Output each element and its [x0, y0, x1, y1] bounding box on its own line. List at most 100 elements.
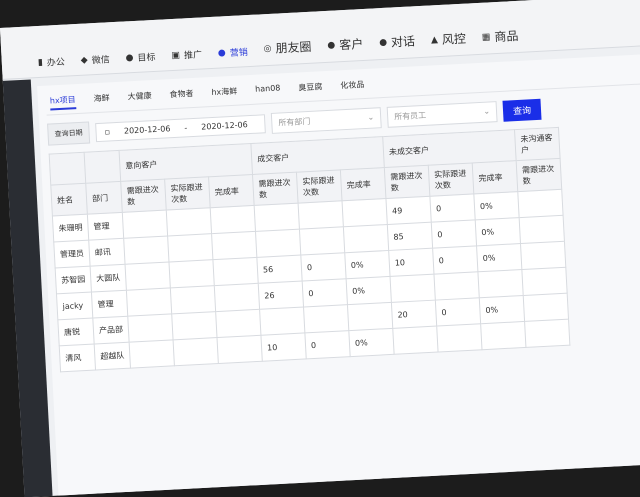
- value-cell: 0%: [348, 328, 395, 357]
- tab-0[interactable]: hx项目: [49, 94, 77, 111]
- name-cell: 清风: [59, 344, 96, 372]
- value-cell: [519, 215, 565, 244]
- value-cell: 10: [260, 332, 307, 362]
- value-cell: 26: [258, 281, 304, 310]
- nav-item-8[interactable]: ▲ 风控: [431, 30, 467, 49]
- blank-header: [84, 150, 121, 184]
- grid-icon: ▦: [481, 31, 491, 43]
- value-cell: 56: [256, 255, 303, 284]
- value-cell: [215, 309, 261, 338]
- col-header: 实际跟进次数: [428, 162, 474, 197]
- staff-placeholder: 所有员工: [393, 110, 427, 121]
- value-cell: 20: [391, 300, 437, 329]
- value-cell: 49: [385, 196, 432, 225]
- dept-cell: 管理: [87, 212, 124, 241]
- briefcase-icon: ▮: [37, 57, 44, 68]
- nav-item-7[interactable]: ● 对话: [379, 32, 416, 51]
- value-cell: [166, 207, 212, 237]
- nav-item-9[interactable]: ▦ 商品: [481, 27, 519, 46]
- value-cell: [214, 283, 260, 312]
- value-cell: 0: [435, 297, 481, 327]
- nav-label: 推广: [183, 50, 203, 62]
- chevron-down-icon: ⌄: [483, 105, 491, 116]
- dept-cell: 管理: [91, 290, 128, 319]
- col-header: 实际跟进次数: [296, 169, 343, 204]
- nav-item-2[interactable]: ● 目标: [125, 50, 156, 65]
- value-cell: 85: [387, 222, 433, 251]
- date-range-picker[interactable]: ▫ 2020-12-06 - 2020-12-06: [95, 113, 266, 142]
- col-header: 实际跟进次数: [164, 176, 211, 211]
- col-header: 需跟进次数: [120, 179, 167, 213]
- tab-5[interactable]: han08: [255, 83, 281, 99]
- search-button[interactable]: 查询: [502, 98, 542, 122]
- tab-4[interactable]: hx海鲜: [211, 86, 238, 102]
- nav-label: 客户: [338, 37, 364, 53]
- users-icon: ●: [327, 39, 336, 51]
- value-cell: [342, 198, 388, 227]
- value-cell: [298, 200, 344, 230]
- value-cell: [436, 323, 482, 353]
- col-header: 需跟进次数: [384, 165, 430, 199]
- tab-6[interactable]: 臭豆腐: [298, 81, 323, 97]
- col-header: 完成率: [340, 167, 386, 201]
- value-cell: [129, 339, 175, 369]
- name-cell: 朱珊明: [52, 214, 89, 242]
- col-name: 姓名: [50, 183, 88, 217]
- value-cell: [216, 335, 263, 364]
- dept-cell: 大圆队: [90, 264, 127, 293]
- value-cell: 0%: [344, 250, 391, 279]
- value-cell: [477, 269, 524, 298]
- value-cell: 0%: [479, 295, 525, 324]
- nav-label: 办公: [46, 57, 66, 69]
- value-cell: [520, 241, 566, 270]
- value-cell: [390, 274, 436, 303]
- value-cell: [167, 233, 213, 262]
- end-date: 2020-12-06: [201, 119, 248, 132]
- value-cell: 0%: [476, 243, 522, 272]
- col-dept: 部门: [85, 181, 123, 215]
- calendar-icon: ▫: [104, 126, 111, 137]
- col-header: 完成率: [472, 160, 518, 194]
- tab-1[interactable]: 海鲜: [93, 92, 110, 108]
- dept-cell: 邮讯: [88, 238, 126, 267]
- value-cell: 10: [388, 248, 434, 277]
- blank-header: [49, 152, 86, 186]
- nav-item-5[interactable]: ◎ 朋友圈: [263, 38, 312, 57]
- value-cell: 0%: [475, 217, 521, 246]
- name-cell: 苏智园: [55, 266, 92, 294]
- nav-item-6[interactable]: ● 客户: [327, 35, 364, 54]
- nav-item-0[interactable]: ▮ 办公: [38, 55, 66, 69]
- group-header: 未沟通客户: [514, 127, 561, 161]
- tab-2[interactable]: 大健康: [127, 90, 152, 106]
- col-header: 完成率: [208, 174, 255, 208]
- name-cell: jacky: [56, 292, 93, 320]
- value-cell: [433, 271, 480, 301]
- tab-3[interactable]: 食物者: [169, 88, 194, 104]
- tab-7[interactable]: 化妆品: [340, 79, 365, 95]
- tag-icon: ◆: [80, 54, 88, 66]
- shield-icon: ▲: [430, 34, 439, 45]
- staff-select[interactable]: 所有员工 ⌄: [386, 100, 498, 128]
- value-cell: [171, 311, 217, 340]
- nav-item-3[interactable]: ▣ 推广: [171, 47, 202, 62]
- nav-item-4[interactable]: ● 营销: [218, 45, 248, 60]
- value-cell: [524, 319, 570, 348]
- value-cell: [299, 226, 345, 256]
- value-cell: 0: [302, 278, 348, 307]
- col-header: 需跟进次数: [252, 172, 299, 206]
- statistics-table: 意向客户 成交客户 未成交客户 未沟通客户 姓名 部门 需跟进次数 实际跟进次数 完成率 需跟进次…: [48, 126, 571, 373]
- nav-label: 朋友圈: [275, 39, 312, 56]
- value-cell: [392, 326, 439, 355]
- value-cell: [173, 337, 219, 366]
- nav-label: 目标: [137, 52, 156, 64]
- nav-item-1[interactable]: ◆ 微信: [80, 52, 110, 66]
- value-cell: [343, 224, 389, 253]
- nav-label: 微信: [91, 55, 111, 67]
- value-cell: [125, 261, 171, 291]
- value-cell: 0%: [346, 276, 392, 305]
- value-cell: [122, 210, 168, 239]
- value-cell: [127, 313, 174, 343]
- department-select[interactable]: 所有部门 ⌄: [270, 106, 382, 134]
- value-cell: [521, 267, 568, 296]
- value-cell: [170, 285, 216, 314]
